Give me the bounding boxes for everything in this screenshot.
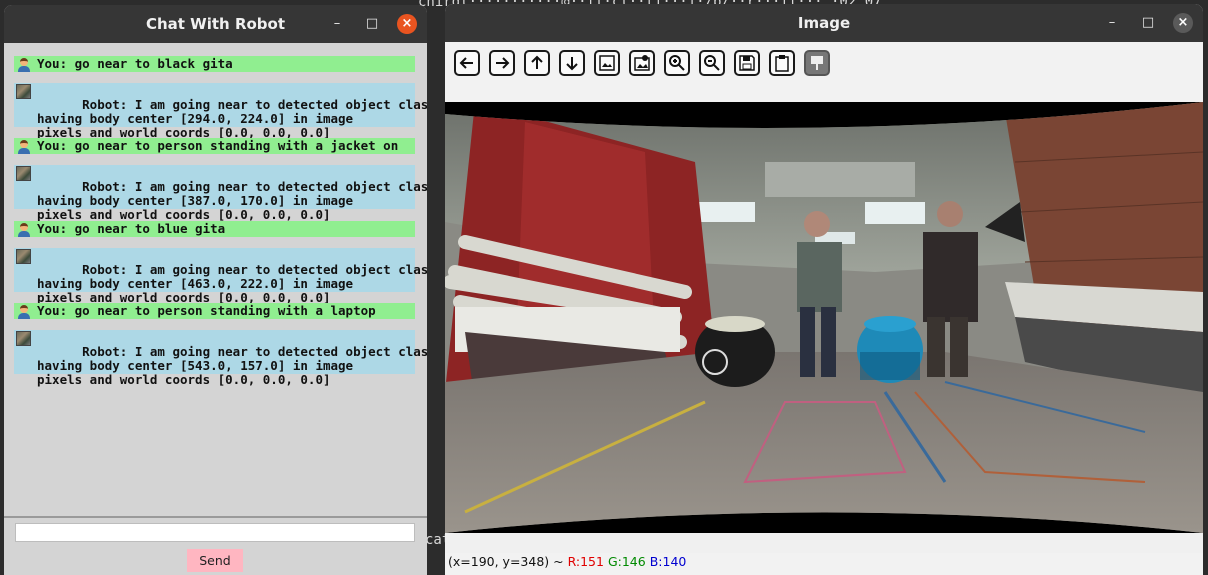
arrow-down-icon[interactable] [559,50,585,76]
pixel-green-value: G:146 [607,554,646,569]
status-bar: (x=190, y=348) ~ R:151 G:146 B:140 [445,553,1203,575]
message-text: Robot: I am going near to detected objec… [37,262,427,305]
user-avatar-icon [16,139,31,154]
user-avatar-icon [16,57,31,72]
minimize-icon[interactable]: – [1102,13,1122,33]
message-text: Robot: I am going near to detected objec… [37,97,427,140]
divider [4,516,427,518]
user-avatar-icon [16,304,31,319]
send-button[interactable]: Send [187,549,243,572]
robot-message: Robot: I am going near to detected objec… [14,248,427,305]
message-text: Robot: I am going near to detected objec… [37,344,427,387]
pixel-red-value: R:151 [567,554,604,569]
image-window: Image – □ × (x=190, y=348) ~ R:151 G:146… [445,4,1203,575]
arrow-right-icon[interactable] [489,50,515,76]
image-window-title: Image [797,14,851,32]
camera-image[interactable] [445,102,1203,533]
message-text: Robot: I am going near to detected objec… [37,179,427,222]
message-text: You: go near to person standing with a l… [37,303,376,318]
user-message: You: go near to black gita [14,56,415,72]
chat-titlebar[interactable]: Chat With Robot – □ × [4,5,427,43]
image-titlebar[interactable]: Image – □ × [445,4,1203,42]
arrow-left-icon[interactable] [454,50,480,76]
paint-icon[interactable] [804,50,830,76]
robot-avatar-icon [16,84,31,99]
robot-avatar-icon [16,166,31,181]
zoom-out-icon[interactable] [699,50,725,76]
robot-avatar-icon [16,249,31,264]
message-text: You: go near to person standing with a j… [37,138,399,153]
robot-avatar-icon [16,331,31,346]
arrow-up-icon[interactable] [524,50,550,76]
robot-message: Robot: I am going near to detected objec… [14,165,427,222]
maximize-icon[interactable]: □ [1138,13,1158,33]
chat-window: Chat With Robot – □ × You: go near to bl… [4,5,427,575]
camera-image-render [445,102,1203,533]
close-icon[interactable]: × [397,14,417,34]
user-avatar-icon [16,222,31,237]
user-message: You: go near to person standing with a j… [14,138,415,154]
zoom-in-icon[interactable] [664,50,690,76]
robot-message: Robot: I am going near to detected objec… [14,83,427,140]
image-toolbar [445,42,1203,102]
message-text: You: go near to black gita [37,56,233,71]
clipboard-icon[interactable] [769,50,795,76]
pixel-blue-value: B:140 [649,554,687,569]
minimize-icon[interactable]: – [327,14,347,34]
image-settings-icon[interactable] [629,50,655,76]
user-message: You: go near to blue gita [14,221,415,237]
cursor-coords: (x=190, y=348) ~ [448,554,564,569]
close-icon[interactable]: × [1173,13,1193,33]
maximize-icon[interactable]: □ [362,14,382,34]
robot-message: Robot: I am going near to detected objec… [14,330,427,387]
chat-history[interactable]: You: go near to black gita Robot: I am g… [4,43,427,516]
save-icon[interactable] [734,50,760,76]
message-text: You: go near to blue gita [37,221,226,236]
chat-input[interactable] [15,523,415,542]
user-message: You: go near to person standing with a l… [14,303,415,319]
image-icon[interactable] [594,50,620,76]
